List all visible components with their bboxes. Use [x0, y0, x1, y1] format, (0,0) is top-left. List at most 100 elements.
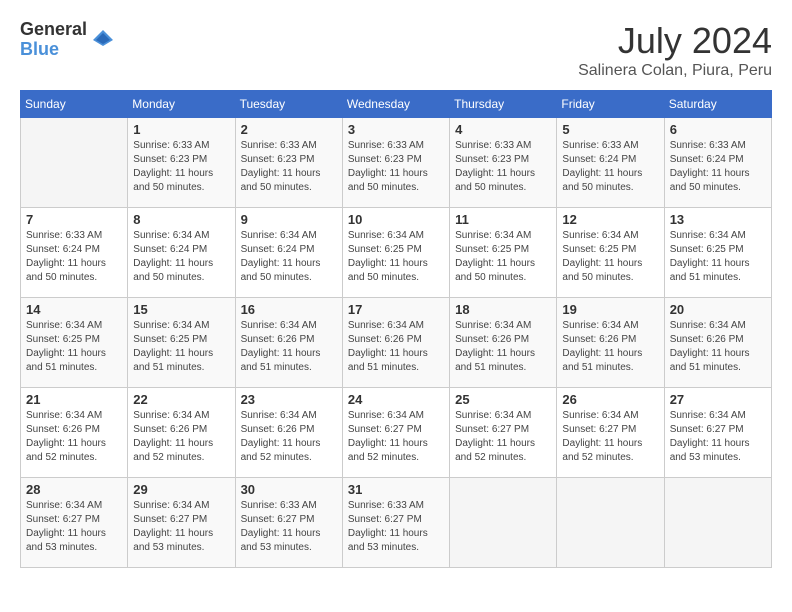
logo-blue-text: Blue: [20, 40, 87, 60]
table-row: 27 Sunrise: 6:34 AMSunset: 6:27 PMDayligh…: [664, 388, 771, 478]
day-number: 2: [241, 122, 337, 137]
table-row: 21Sunrise: 6:34 AMSunset: 6:26 PMDayligh…: [21, 388, 128, 478]
day-number: 25: [455, 392, 551, 407]
day-info: Sunrise: 6:34 AMSunset: 6:24 PMDaylight:…: [241, 229, 337, 285]
title-block: July 2024 Salinera Colan, Piura, Peru: [578, 20, 772, 80]
day-info: Sunrise: 6:33 AMSunset: 6:23 PMDaylight:…: [348, 139, 444, 195]
day-number: 7: [26, 212, 122, 227]
day-info: Sunrise: 6:33 AMSunset: 6:23 PMDaylight:…: [133, 139, 229, 195]
calendar-week-row: 21Sunrise: 6:34 AMSunset: 6:26 PMDayligh…: [21, 388, 772, 478]
table-row: [450, 478, 557, 568]
location-subtitle: Salinera Colan, Piura, Peru: [578, 62, 772, 80]
day-info: Sunrise: 6:33 AMSunset: 6:24 PMDaylight:…: [26, 229, 122, 285]
calendar-week-row: 28Sunrise: 6:34 AMSunset: 6:27 PMDayligh…: [21, 478, 772, 568]
day-info: Sunrise: 6:33 AMSunset: 6:23 PMDaylight:…: [455, 139, 551, 195]
page-header: General Blue July 2024 Salinera Colan, P…: [20, 20, 772, 80]
day-number: 9: [241, 212, 337, 227]
header-tuesday: Tuesday: [235, 91, 342, 118]
header-wednesday: Wednesday: [342, 91, 449, 118]
day-info: Sunrise: 6:34 AMSunset: 6:25 PMDaylight:…: [670, 229, 766, 285]
day-number: 22: [133, 392, 229, 407]
table-row: 18Sunrise: 6:34 AMSunset: 6:26 PMDayligh…: [450, 298, 557, 388]
day-info: Sunrise: 6:34 AMSunset: 6:25 PMDaylight:…: [455, 229, 551, 285]
day-info: Sunrise: 6:34 AMSunset: 6:25 PMDaylight:…: [26, 319, 122, 375]
table-row: 1 Sunrise: 6:33 AMSunset: 6:23 PMDaylight…: [128, 118, 235, 208]
day-number: 20: [670, 302, 766, 317]
day-info: Sunrise: 6:34 AMSunset: 6:27 PMDaylight:…: [562, 409, 658, 465]
day-number: 5: [562, 122, 658, 137]
table-row: 28Sunrise: 6:34 AMSunset: 6:27 PMDayligh…: [21, 478, 128, 568]
table-row: 15Sunrise: 6:34 AMSunset: 6:25 PMDayligh…: [128, 298, 235, 388]
day-info: Sunrise: 6:34 AMSunset: 6:26 PMDaylight:…: [670, 319, 766, 375]
day-info: Sunrise: 6:34 AMSunset: 6:25 PMDaylight:…: [562, 229, 658, 285]
table-row: 9 Sunrise: 6:34 AMSunset: 6:24 PMDaylight…: [235, 208, 342, 298]
day-number: 29: [133, 482, 229, 497]
table-row: 20 Sunrise: 6:34 AMSunset: 6:26 PMDayligh…: [664, 298, 771, 388]
day-info: Sunrise: 6:33 AMSunset: 6:24 PMDaylight:…: [562, 139, 658, 195]
table-row: 19 Sunrise: 6:34 AMSunset: 6:26 PMDayligh…: [557, 298, 664, 388]
table-row: 11 Sunrise: 6:34 AMSunset: 6:25 PMDayligh…: [450, 208, 557, 298]
day-number: 15: [133, 302, 229, 317]
day-number: 19: [562, 302, 658, 317]
day-number: 12: [562, 212, 658, 227]
day-info: Sunrise: 6:34 AMSunset: 6:26 PMDaylight:…: [348, 319, 444, 375]
table-row: 8Sunrise: 6:34 AMSunset: 6:24 PMDaylight…: [128, 208, 235, 298]
day-number: 6: [670, 122, 766, 137]
table-row: 10Sunrise: 6:34 AMSunset: 6:25 PMDayligh…: [342, 208, 449, 298]
day-number: 17: [348, 302, 444, 317]
table-row: 7 Sunrise: 6:33 AMSunset: 6:24 PMDaylight…: [21, 208, 128, 298]
table-row: 26 Sunrise: 6:34 AMSunset: 6:27 PMDayligh…: [557, 388, 664, 478]
header-thursday: Thursday: [450, 91, 557, 118]
table-row: [21, 118, 128, 208]
table-row: 5 Sunrise: 6:33 AMSunset: 6:24 PMDaylight…: [557, 118, 664, 208]
table-row: 23Sunrise: 6:34 AMSunset: 6:26 PMDayligh…: [235, 388, 342, 478]
day-info: Sunrise: 6:34 AMSunset: 6:27 PMDaylight:…: [455, 409, 551, 465]
table-row: 2 Sunrise: 6:33 AMSunset: 6:23 PMDaylight…: [235, 118, 342, 208]
day-info: Sunrise: 6:33 AMSunset: 6:24 PMDaylight:…: [670, 139, 766, 195]
day-info: Sunrise: 6:34 AMSunset: 6:26 PMDaylight:…: [562, 319, 658, 375]
day-number: 1: [133, 122, 229, 137]
table-row: 3 Sunrise: 6:33 AMSunset: 6:23 PMDaylight…: [342, 118, 449, 208]
day-number: 8: [133, 212, 229, 227]
table-row: 16Sunrise: 6:34 AMSunset: 6:26 PMDayligh…: [235, 298, 342, 388]
day-info: Sunrise: 6:34 AMSunset: 6:27 PMDaylight:…: [670, 409, 766, 465]
day-number: 11: [455, 212, 551, 227]
table-row: 24 Sunrise: 6:34 AMSunset: 6:27 PMDayligh…: [342, 388, 449, 478]
table-row: 12 Sunrise: 6:34 AMSunset: 6:25 PMDayligh…: [557, 208, 664, 298]
logo-icon: [91, 28, 115, 52]
calendar-week-row: 14Sunrise: 6:34 AMSunset: 6:25 PMDayligh…: [21, 298, 772, 388]
day-info: Sunrise: 6:33 AMSunset: 6:27 PMDaylight:…: [348, 499, 444, 555]
calendar-table: Sunday Monday Tuesday Wednesday Thursday…: [20, 90, 772, 568]
day-number: 23: [241, 392, 337, 407]
table-row: 30 Sunrise: 6:33 AMSunset: 6:27 PMDayligh…: [235, 478, 342, 568]
day-number: 24: [348, 392, 444, 407]
logo: General Blue: [20, 20, 115, 60]
header-friday: Friday: [557, 91, 664, 118]
day-number: 26: [562, 392, 658, 407]
table-row: 17 Sunrise: 6:34 AMSunset: 6:26 PMDayligh…: [342, 298, 449, 388]
logo-general-text: General: [20, 20, 87, 40]
calendar-week-row: 7 Sunrise: 6:33 AMSunset: 6:24 PMDaylight…: [21, 208, 772, 298]
day-number: 30: [241, 482, 337, 497]
day-info: Sunrise: 6:34 AMSunset: 6:26 PMDaylight:…: [133, 409, 229, 465]
day-info: Sunrise: 6:33 AMSunset: 6:23 PMDaylight:…: [241, 139, 337, 195]
header-saturday: Saturday: [664, 91, 771, 118]
day-info: Sunrise: 6:33 AMSunset: 6:27 PMDaylight:…: [241, 499, 337, 555]
calendar-week-row: 1 Sunrise: 6:33 AMSunset: 6:23 PMDaylight…: [21, 118, 772, 208]
table-row: 22 Sunrise: 6:34 AMSunset: 6:26 PMDayligh…: [128, 388, 235, 478]
day-number: 28: [26, 482, 122, 497]
day-number: 10: [348, 212, 444, 227]
day-info: Sunrise: 6:34 AMSunset: 6:27 PMDaylight:…: [348, 409, 444, 465]
day-number: 3: [348, 122, 444, 137]
day-number: 27: [670, 392, 766, 407]
header-monday: Monday: [128, 91, 235, 118]
day-info: Sunrise: 6:34 AMSunset: 6:26 PMDaylight:…: [26, 409, 122, 465]
day-number: 4: [455, 122, 551, 137]
table-row: 31Sunrise: 6:33 AMSunset: 6:27 PMDayligh…: [342, 478, 449, 568]
table-row: 4 Sunrise: 6:33 AMSunset: 6:23 PMDaylight…: [450, 118, 557, 208]
header-sunday: Sunday: [21, 91, 128, 118]
table-row: 6 Sunrise: 6:33 AMSunset: 6:24 PMDaylight…: [664, 118, 771, 208]
month-year-title: July 2024: [578, 20, 772, 62]
table-row: 25 Sunrise: 6:34 AMSunset: 6:27 PMDayligh…: [450, 388, 557, 478]
day-number: 13: [670, 212, 766, 227]
